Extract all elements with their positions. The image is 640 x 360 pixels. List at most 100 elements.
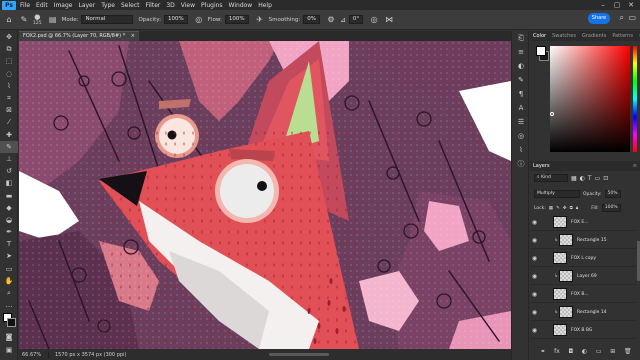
paths-icon[interactable]: ⌇ [512, 143, 530, 157]
tab-patterns[interactable]: Patterns [609, 33, 636, 39]
brush-settings-icon[interactable]: ▤ [47, 14, 59, 26]
tab-gradients[interactable]: Gradients [579, 33, 609, 39]
lock-position-icon[interactable]: ✥ [563, 206, 567, 211]
blend-mode-select[interactable]: Multiply [534, 190, 580, 198]
brush-tool-icon[interactable]: ✎ [18, 14, 30, 26]
frame-tool-icon[interactable]: ⊠ [0, 104, 18, 116]
search-icon[interactable]: ⌕ [620, 13, 624, 23]
visibility-eye-icon[interactable]: ◉ [530, 273, 539, 280]
smoothing-options-icon[interactable]: ⚙ [325, 14, 337, 26]
add-mask-icon[interactable]: ◘ [568, 348, 573, 355]
filter-shape-icon[interactable]: ▭ [595, 175, 601, 182]
quick-selection-tool-icon[interactable]: ⌇ [0, 80, 18, 92]
visibility-eye-icon[interactable]: ◉ [530, 237, 539, 244]
maximize-icon[interactable]: ▢ [610, 0, 624, 10]
eraser-tool-icon[interactable]: ◧ [0, 177, 18, 189]
pen-tool-icon[interactable]: ✒ [0, 226, 18, 238]
delete-layer-icon[interactable]: 🗑︎ [624, 348, 632, 355]
blur-tool-icon[interactable]: ◆ [0, 202, 18, 214]
pressure-opacity-icon[interactable]: ◎ [193, 14, 205, 26]
artboard-tool-icon[interactable]: ⧉ [0, 43, 18, 55]
workspace-icon[interactable]: ▭ [628, 13, 636, 22]
visibility-eye-icon[interactable]: ◉ [530, 309, 539, 316]
angle-input[interactable]: 0° [348, 15, 364, 24]
zoom-level[interactable]: 66.67% [19, 351, 49, 358]
mode-select[interactable]: Normal [81, 15, 134, 24]
paragraph-icon[interactable]: ¶ [512, 87, 530, 101]
hand-tool-icon[interactable]: ✋ [0, 275, 18, 287]
flow-input[interactable]: 100% [224, 15, 249, 24]
lock-transparency-icon[interactable]: ▦ [549, 206, 553, 211]
menu-window[interactable]: Window [229, 2, 253, 9]
fill-input[interactable]: 100% [601, 204, 621, 212]
share-button[interactable]: Share [588, 13, 610, 24]
new-group-icon[interactable]: ▭ [596, 348, 602, 355]
document-canvas[interactable] [19, 41, 511, 349]
filter-adjustment-icon[interactable]: ◐ [580, 175, 585, 182]
clone-stamp-tool-icon[interactable]: ⊥ [0, 153, 18, 165]
layer-row[interactable]: ◉ ↳ Rectangle 15 [530, 232, 636, 249]
layer-row[interactable]: ◉ FOX B BG [530, 322, 636, 339]
libraries-icon[interactable]: ☰ [512, 115, 530, 129]
layer-row[interactable]: ◉ FOX L copy [530, 250, 636, 267]
visibility-eye-icon[interactable]: ◉ [530, 219, 539, 226]
healing-brush-tool-icon[interactable]: ✚ [0, 129, 18, 141]
symmetry-icon[interactable]: ⋈ [383, 14, 395, 26]
color-field[interactable] [550, 46, 630, 152]
layer-opacity-input[interactable]: 50% [604, 190, 621, 198]
pressure-size-icon[interactable]: ◎ [368, 14, 380, 26]
dodge-tool-icon[interactable]: ◒ [0, 214, 18, 226]
more-tools-icon[interactable]: … [0, 299, 18, 311]
filter-pixel-icon[interactable]: ▦ [571, 175, 577, 182]
layer-row[interactable]: ◉ ↳ Layer 69 [530, 268, 636, 285]
opacity-input[interactable]: 100% [164, 15, 188, 24]
document-info[interactable]: 1570 px x 3574 px (300 ppi) [49, 352, 126, 358]
adjustments-icon[interactable]: ◐ [512, 59, 530, 73]
visibility-eye-icon[interactable]: ◉ [530, 255, 539, 262]
foreground-color-swatch[interactable] [536, 46, 546, 56]
channels-icon[interactable]: ◎ [512, 129, 530, 143]
lock-pixels-icon[interactable]: ✎ [556, 206, 560, 211]
filter-type-icon[interactable]: T [588, 175, 592, 182]
layer-style-icon[interactable]: fx [554, 348, 560, 355]
menu-help[interactable]: Help [258, 2, 272, 9]
photoshop-logo[interactable]: Ps [2, 0, 16, 10]
path-selection-tool-icon[interactable]: ➤ [0, 250, 18, 262]
character-icon[interactable]: A [512, 101, 530, 115]
menu-select[interactable]: Select [121, 2, 140, 9]
layer-row[interactable]: ◉ FOX E... [530, 214, 636, 231]
history-brush-tool-icon[interactable]: ↺ [0, 165, 18, 177]
filter-smart-object-icon[interactable]: ⊡ [603, 175, 608, 182]
visibility-eye-icon[interactable]: ◉ [530, 327, 539, 334]
brush-tool-icon[interactable]: ✎ [0, 140, 18, 153]
marquee-tool-icon[interactable]: ⬚ [0, 55, 18, 67]
shape-tool-icon[interactable]: ▭ [0, 263, 18, 275]
tab-color[interactable]: Color [530, 33, 549, 39]
lock-artboard-icon[interactable]: ⧉ [570, 205, 573, 211]
document-tab[interactable]: FOX2.psd @ 66.7% (Layer 70, RGB/8#) * × [19, 31, 139, 41]
menu-type[interactable]: Type [101, 2, 115, 9]
move-tool-icon[interactable]: ✥ [0, 31, 18, 43]
adjustment-layer-icon[interactable]: ◐ [582, 348, 587, 355]
tab-swatches[interactable]: Swatches [549, 33, 579, 39]
menu-image[interactable]: Image [54, 2, 73, 9]
menu-plugins[interactable]: Plugins [201, 2, 223, 9]
new-layer-icon[interactable]: ⊞ [610, 348, 615, 355]
layers-menu-icon[interactable]: ≡ [630, 163, 640, 169]
properties-icon[interactable]: ≡ [512, 45, 530, 59]
lock-all-icon[interactable]: 🔒︎ [576, 205, 578, 211]
menu-layer[interactable]: Layer [78, 2, 95, 9]
eyedropper-tool-icon[interactable]: ⁄ [0, 116, 18, 128]
airbrush-icon[interactable]: ✈ [254, 14, 266, 26]
visibility-eye-icon[interactable]: ◉ [530, 291, 539, 298]
close-tab-icon[interactable]: × [131, 32, 135, 41]
gradient-tool-icon[interactable]: ▬ [0, 189, 18, 201]
menu-file[interactable]: File [20, 2, 30, 9]
tab-layers[interactable]: Layers [530, 163, 553, 169]
hue-slider[interactable] [633, 46, 637, 152]
layer-filter-select[interactable]: ⌕ Kind [534, 174, 568, 182]
layer-row[interactable]: ◉ ↳ Rectangle 14 [530, 304, 636, 321]
color-picker-handle[interactable] [550, 112, 554, 116]
screen-mode-icon[interactable]: ▣ [0, 344, 18, 356]
close-icon[interactable]: ✕ [624, 0, 638, 10]
